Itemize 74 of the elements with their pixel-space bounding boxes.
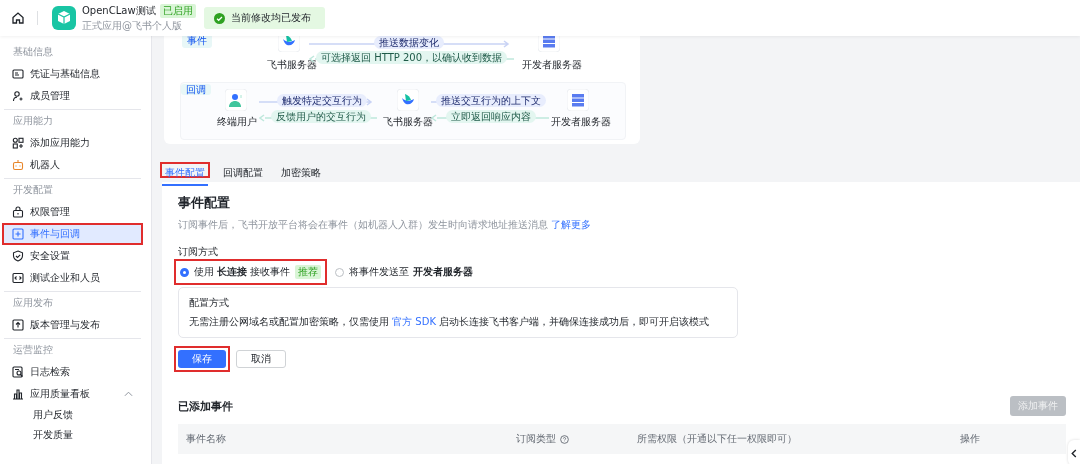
- arrow-label: 推送交互行为的上下文: [436, 94, 546, 107]
- collapse-handle[interactable]: [1068, 440, 1080, 464]
- description: 订阅事件后，飞书开放平台将会在事件（如机器人入群）发生时向请求地址推送消息 了解更多: [178, 218, 593, 232]
- column-header: 所需权限（开通以下任一权限即可）: [637, 432, 797, 446]
- sidebar-item[interactable]: 版本管理与发布: [4, 316, 141, 334]
- sidebar-item[interactable]: 权限管理: [4, 203, 141, 221]
- section-title: 运营监控: [12, 343, 54, 357]
- node-label: 飞书服务器: [383, 115, 433, 129]
- sdk-link[interactable]: 官方 SDK: [392, 316, 436, 327]
- learn-more-link[interactable]: 了解更多: [551, 219, 592, 230]
- cancel-button[interactable]: 取消: [236, 350, 286, 368]
- tab[interactable]: 回调配置: [220, 164, 266, 186]
- home-icon[interactable]: [11, 11, 25, 25]
- diagram-tag: 回调: [181, 84, 211, 95]
- column-header: 订阅类型: [516, 432, 556, 446]
- sidebar-item[interactable]: 凭证与基础信息: [4, 65, 141, 83]
- sidebar-item[interactable]: 成员管理: [4, 87, 141, 105]
- node-label: 终端用户: [217, 115, 257, 129]
- help-icon: [560, 434, 569, 444]
- check-circle-icon: [213, 12, 225, 24]
- tab[interactable]: 加密策略: [278, 164, 324, 186]
- radio-button[interactable]: [180, 267, 189, 277]
- section-title: 开发配置: [12, 183, 54, 197]
- chart-icon: [12, 388, 24, 400]
- lock-icon: [12, 206, 24, 218]
- status-tag: 已启用: [159, 3, 196, 18]
- sidebar-subitem[interactable]: 用户反馈: [4, 405, 141, 425]
- field-label: 订阅方式: [178, 245, 219, 259]
- node-label: 开发者服务器: [522, 58, 582, 72]
- radio-label[interactable]: 将事件发送至 开发者服务器: [349, 265, 473, 279]
- shield-icon: [12, 250, 24, 262]
- column-header: 事件名称: [186, 432, 226, 446]
- column-header: 操作: [960, 432, 980, 446]
- sidebar-item[interactable]: 日志检索: [4, 363, 141, 381]
- save-button[interactable]: 保存: [178, 350, 226, 368]
- arrow-label: 立即返回响应内容: [446, 110, 536, 123]
- toast-message: 当前修改均已发布: [230, 11, 311, 25]
- section-title: 应用发布: [12, 296, 54, 310]
- sidebar-item[interactable]: 添加应用能力: [4, 134, 141, 152]
- recommend-tag: 推荐: [295, 265, 322, 279]
- section-title: 应用能力: [12, 114, 54, 128]
- radio-label[interactable]: 使用 长连接 接收事件: [194, 265, 291, 279]
- node-label: 飞书服务器: [267, 58, 317, 72]
- sidebar-subitem[interactable]: 开发质量: [4, 425, 141, 445]
- server-icon: [567, 89, 589, 111]
- sidebar-item[interactable]: 应用质量看板: [4, 385, 141, 403]
- sidebar-item[interactable]: 机器人: [4, 156, 141, 174]
- arrow-label: 推送数据变化: [374, 36, 444, 49]
- sidebar-item[interactable]: 安全设置: [4, 247, 141, 265]
- user-icon: [12, 90, 24, 102]
- user-icon: [225, 89, 247, 111]
- upload-icon: [12, 319, 24, 331]
- diagram-tag: 事件: [182, 36, 212, 48]
- app-subtitle: 正式应用@飞书个人版: [82, 18, 183, 33]
- arrow-label: 触发特定交互行为: [277, 94, 367, 107]
- sidebar-item[interactable]: 事件与回调: [4, 225, 141, 243]
- card-icon: [12, 68, 24, 80]
- robot-icon: [12, 159, 24, 171]
- info-title: 配置方式: [189, 296, 230, 310]
- section-heading: 已添加事件: [178, 398, 233, 414]
- cube-icon: [52, 6, 76, 30]
- card-title: 事件配置: [178, 194, 231, 212]
- apps-icon: [12, 137, 24, 149]
- arrow-label: 反馈用户的交互行为: [271, 110, 371, 123]
- app-name: OpenCLaw测试: [82, 3, 156, 18]
- chevron-left-icon: [1071, 448, 1077, 458]
- test-icon: [12, 272, 24, 284]
- section-title: 基础信息: [12, 45, 54, 59]
- event-icon: [12, 228, 24, 240]
- info-text: 无需注册公网域名或配置加密策略，仅需使用 官方 SDK 启动长连接飞书客户端，并确保连接成功后，即可开启该模式: [189, 315, 711, 329]
- node-label: 开发者服务器: [551, 115, 611, 129]
- sidebar-item[interactable]: 测试企业和人员: [4, 269, 141, 287]
- log-icon: [12, 366, 24, 378]
- arrow-label: 可选择返回 HTTP 200，以确认收到数据: [316, 51, 508, 64]
